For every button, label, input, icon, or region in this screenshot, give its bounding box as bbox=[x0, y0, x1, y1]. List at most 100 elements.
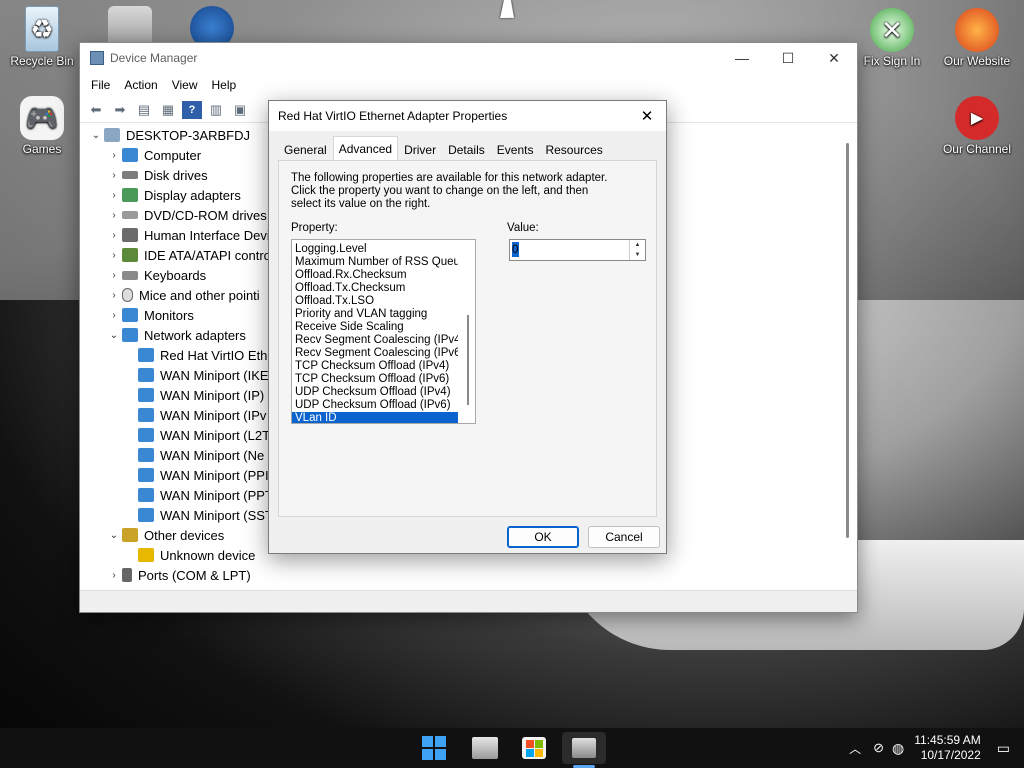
network-adapter-icon bbox=[138, 488, 154, 502]
file-explorer-taskbar-icon[interactable] bbox=[469, 732, 501, 764]
list-item[interactable]: UDP Checksum Offload (IPv4) bbox=[292, 386, 458, 399]
advanced-panel: The following properties are available f… bbox=[278, 160, 657, 517]
port-icon bbox=[122, 568, 132, 582]
start-button[interactable] bbox=[418, 732, 450, 764]
list-item[interactable]: Logging.Level bbox=[292, 243, 458, 256]
tree-label: DVD/CD-ROM drives bbox=[144, 207, 267, 223]
desktop-icon-label: Our Channel bbox=[942, 142, 1012, 156]
network-adapter-icon bbox=[138, 468, 154, 482]
menu-file[interactable]: File bbox=[84, 78, 117, 92]
device-manager-taskbar-icon[interactable] bbox=[562, 732, 606, 764]
network-adapter-icon bbox=[122, 328, 138, 342]
gamepad-icon: 🎮 bbox=[20, 96, 64, 140]
tree-item-ports[interactable]: › Ports (COM & LPT) bbox=[88, 565, 845, 585]
minimize-button[interactable]: — bbox=[719, 43, 765, 73]
list-item[interactable]: Priority and VLAN tagging bbox=[292, 308, 458, 321]
xbox-icon: ✕ bbox=[870, 8, 914, 52]
dialog-titlebar[interactable]: Red Hat VirtIO Ethernet Adapter Properti… bbox=[269, 101, 666, 131]
back-arrow-icon[interactable]: ⬅ bbox=[86, 101, 106, 119]
youtube-icon: ▶ bbox=[955, 96, 999, 140]
tree-label: DESKTOP-3ARBFDJ bbox=[126, 127, 251, 143]
chevron-down-icon: ⌄ bbox=[91, 129, 101, 141]
adapter-properties-dialog: Red Hat VirtIO Ethernet Adapter Properti… bbox=[268, 100, 667, 554]
tree-label: Network adapters bbox=[144, 327, 246, 343]
disk-icon bbox=[122, 171, 138, 179]
menu-help[interactable]: Help bbox=[205, 78, 244, 92]
list-icon[interactable]: ▥ bbox=[206, 101, 226, 119]
list-item[interactable]: Receive Side Scaling bbox=[292, 321, 458, 334]
tree-label: Unknown device bbox=[160, 547, 256, 563]
ok-button[interactable]: OK bbox=[507, 526, 579, 548]
view-icon[interactable]: ▤ bbox=[134, 101, 154, 119]
network-adapter-icon bbox=[138, 388, 154, 402]
chevron-right-icon: › bbox=[112, 289, 116, 301]
desktop-icon-label: Fix Sign In bbox=[863, 54, 921, 68]
chevron-up-icon[interactable]: ︿ bbox=[849, 740, 861, 757]
clock[interactable]: 11:45:59 AM 10/17/2022 bbox=[914, 733, 989, 763]
close-icon[interactable]: ✕ bbox=[636, 105, 658, 127]
store-taskbar-icon[interactable] bbox=[518, 732, 550, 764]
status-bar bbox=[80, 590, 857, 612]
tree-label: WAN Miniport (L2T bbox=[160, 427, 271, 443]
vertical-scrollbar[interactable] bbox=[846, 143, 849, 538]
list-item[interactable]: Offload.Tx.LSO bbox=[292, 295, 458, 308]
window-controls: — ☐ ✕ bbox=[719, 43, 857, 73]
desktop-icon-our-website[interactable]: Our Website bbox=[937, 8, 1017, 68]
forward-arrow-icon[interactable]: ➡ bbox=[110, 101, 130, 119]
tree-label: Ports (COM & LPT) bbox=[138, 567, 251, 583]
spin-up-icon[interactable]: ▲ bbox=[630, 240, 645, 250]
tree-label: WAN Miniport (SST bbox=[160, 507, 273, 523]
network-disconnected-icon[interactable]: ⊘ bbox=[873, 740, 884, 756]
desktop-icon-recycle-bin[interactable]: ♻ Recycle Bin bbox=[2, 6, 82, 68]
list-item[interactable]: Recv Segment Coalescing (IPv6) bbox=[292, 347, 458, 360]
property-list-scrollbar[interactable] bbox=[467, 315, 469, 405]
tab-details[interactable]: Details bbox=[442, 138, 491, 160]
maximize-button[interactable]: ☐ bbox=[765, 43, 811, 73]
tab-driver[interactable]: Driver bbox=[398, 138, 442, 160]
menu-action[interactable]: Action bbox=[117, 78, 164, 92]
system-tray: ︿ ⊘ ◍ 11:45:59 AM 10/17/2022 ▭ bbox=[849, 728, 1024, 768]
list-item[interactable]: Offload.Tx.Checksum bbox=[292, 282, 458, 295]
warning-device-icon bbox=[122, 528, 138, 542]
value-input[interactable] bbox=[512, 241, 630, 259]
help-icon[interactable]: ? bbox=[182, 100, 202, 119]
tree-label: Other devices bbox=[144, 527, 225, 543]
tree-label: Red Hat VirtIO Ethe bbox=[160, 347, 275, 363]
desktop-icon-fix-sign-in[interactable]: ✕ Fix Sign In bbox=[852, 8, 932, 68]
desktop-icon-games[interactable]: 🎮 Games bbox=[2, 96, 82, 156]
tree-label: WAN Miniport (IP) bbox=[160, 387, 265, 403]
computer-icon bbox=[104, 128, 120, 142]
properties-icon[interactable]: ▦ bbox=[158, 101, 178, 119]
close-button[interactable]: ✕ bbox=[811, 43, 857, 73]
tab-events[interactable]: Events bbox=[491, 138, 540, 160]
desktop-icon-our-channel[interactable]: ▶ Our Channel bbox=[937, 96, 1017, 156]
chevron-right-icon: › bbox=[112, 309, 116, 321]
monitor-icon[interactable]: ▣ bbox=[230, 101, 250, 119]
tab-resources[interactable]: Resources bbox=[539, 138, 608, 160]
property-list[interactable]: Logging.Level Maximum Number of RSS Queu… bbox=[291, 239, 476, 424]
menu-view[interactable]: View bbox=[165, 78, 205, 92]
file-explorer-icon bbox=[472, 737, 498, 759]
monitor-icon bbox=[122, 148, 138, 162]
list-item[interactable]: Offload.Rx.Checksum bbox=[292, 269, 458, 282]
chevron-down-icon: ⌄ bbox=[109, 329, 119, 341]
tab-general[interactable]: General bbox=[278, 138, 333, 160]
globe-icon[interactable]: ◍ bbox=[892, 740, 904, 757]
cancel-button[interactable]: Cancel bbox=[588, 526, 660, 548]
tab-advanced[interactable]: Advanced bbox=[332, 136, 399, 160]
tree-label: Human Interface Devic bbox=[144, 227, 277, 243]
keyboard-icon bbox=[122, 270, 138, 280]
display-adapter-icon bbox=[122, 188, 138, 202]
network-adapter-icon bbox=[138, 448, 154, 462]
list-item[interactable]: TCP Checksum Offload (IPv6) bbox=[292, 373, 458, 386]
value-spinbox: ▲ ▼ bbox=[509, 239, 646, 261]
list-item[interactable]: Maximum Number of RSS Queues bbox=[292, 256, 458, 269]
notification-icon[interactable]: ▭ bbox=[997, 740, 1010, 757]
list-item-selected[interactable]: VLan ID bbox=[292, 412, 458, 423]
list-item[interactable]: TCP Checksum Offload (IPv4) bbox=[292, 360, 458, 373]
list-item[interactable]: UDP Checksum Offload (IPv6) bbox=[292, 399, 458, 412]
list-item[interactable]: Recv Segment Coalescing (IPv4) bbox=[292, 334, 458, 347]
network-adapter-icon bbox=[138, 508, 154, 522]
tree-label: Monitors bbox=[144, 307, 194, 323]
spin-down-icon[interactable]: ▼ bbox=[630, 250, 645, 260]
